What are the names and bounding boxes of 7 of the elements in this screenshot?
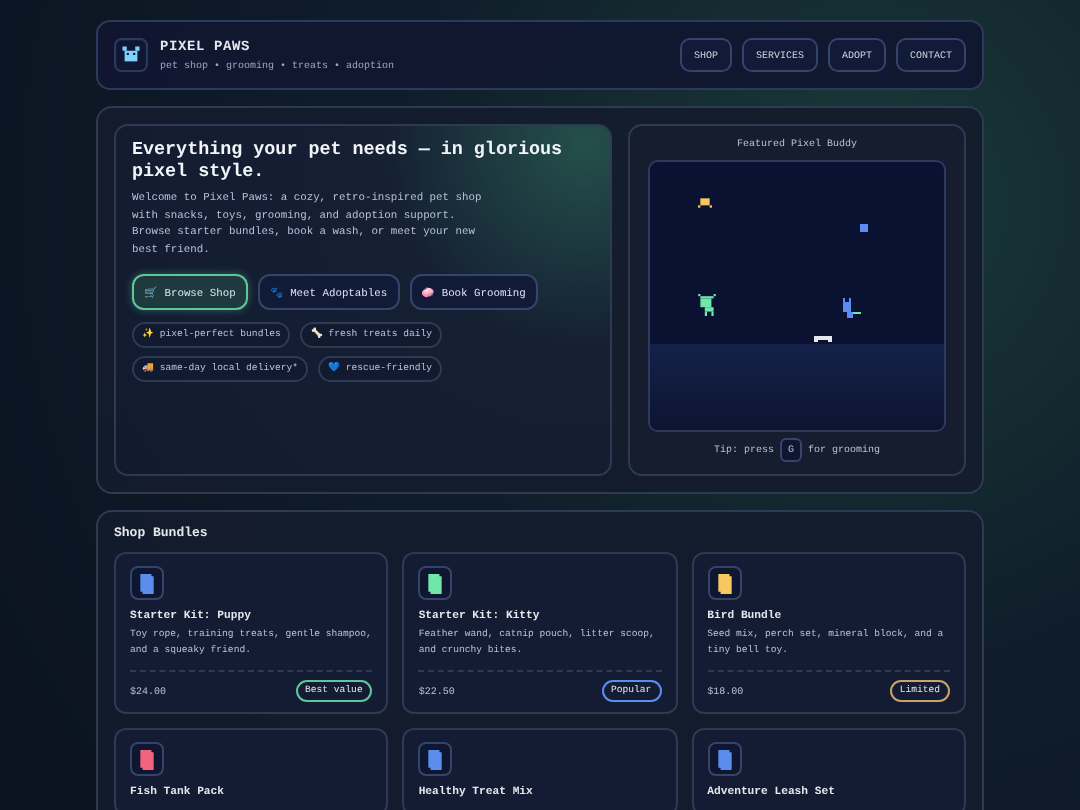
pixel-pet-logo-icon [114,38,148,72]
pixel-bird-icon [698,198,712,208]
hero-title: Everything your pet needs — in glorious pixel style. [132,140,565,182]
pixel-pet-drawing [698,294,716,316]
pixel-block-icon [860,224,868,232]
pixel-bone-icon [814,336,832,342]
pixel-cat-drawing [842,298,862,318]
